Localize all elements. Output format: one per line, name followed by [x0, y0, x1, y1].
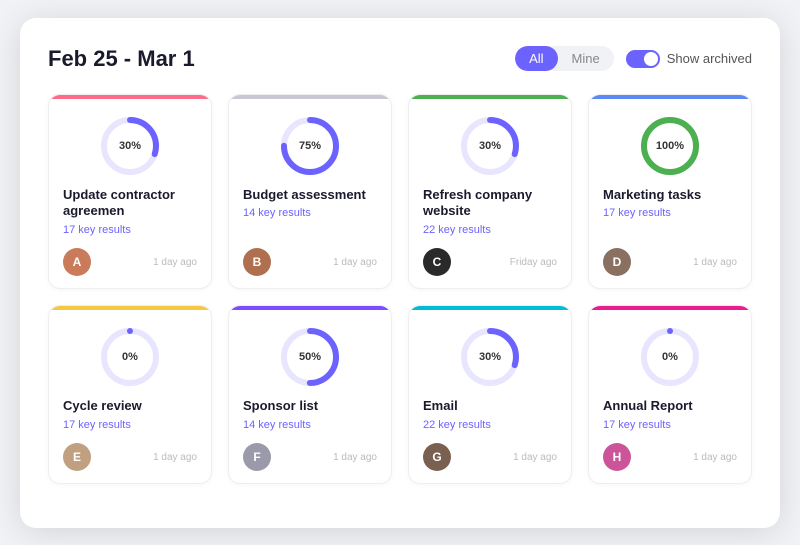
- time-ago: 1 day ago: [693, 257, 737, 268]
- card-title: Update contractor agreemen: [63, 187, 197, 221]
- avatar: G: [423, 443, 451, 471]
- card-title: Marketing tasks: [603, 187, 701, 204]
- show-archived-toggle[interactable]: [626, 50, 660, 68]
- donut-chart: 50%: [279, 326, 341, 388]
- header-controls: All Mine Show archived: [515, 46, 752, 71]
- card-cycle-review[interactable]: 0% Cycle review 17 key results E 1 day a…: [48, 305, 212, 484]
- donut-chart: 100%: [639, 115, 701, 177]
- card-title: Annual Report: [603, 398, 693, 415]
- card-footer: B 1 day ago: [243, 248, 377, 276]
- show-archived-toggle-wrap: Show archived: [626, 50, 752, 68]
- card-sponsor-list[interactable]: 50% Sponsor list 14 key results F 1 day …: [228, 305, 392, 484]
- donut-wrap: 75%: [243, 115, 377, 177]
- donut-chart: 0%: [99, 326, 161, 388]
- filter-buttons: All Mine: [515, 46, 614, 71]
- page-title: Feb 25 - Mar 1: [48, 46, 195, 72]
- avatar: D: [603, 248, 631, 276]
- donut-wrap: 0%: [63, 326, 197, 388]
- card-key-results: 14 key results: [243, 419, 311, 431]
- card-footer: G 1 day ago: [423, 443, 557, 471]
- card-key-results: 22 key results: [423, 224, 491, 236]
- card-title: Email: [423, 398, 458, 415]
- progress-label: 75%: [299, 140, 321, 152]
- card-update-contractor[interactable]: 30% Update contractor agreemen 17 key re…: [48, 94, 212, 290]
- card-title: Refresh company website: [423, 187, 557, 221]
- card-title: Sponsor list: [243, 398, 318, 415]
- avatar: H: [603, 443, 631, 471]
- avatar: E: [63, 443, 91, 471]
- time-ago: 1 day ago: [513, 452, 557, 463]
- progress-label: 50%: [299, 351, 321, 363]
- filter-all-button[interactable]: All: [515, 46, 557, 71]
- card-key-results: 17 key results: [63, 419, 131, 431]
- donut-chart: 30%: [99, 115, 161, 177]
- header: Feb 25 - Mar 1 All Mine Show archived: [48, 46, 752, 72]
- progress-label: 30%: [479, 140, 501, 152]
- main-window: Feb 25 - Mar 1 All Mine Show archived 30…: [20, 18, 780, 528]
- time-ago: 1 day ago: [333, 257, 377, 268]
- avatar: B: [243, 248, 271, 276]
- donut-wrap: 30%: [423, 326, 557, 388]
- time-ago: 1 day ago: [333, 452, 377, 463]
- progress-label: 30%: [479, 351, 501, 363]
- donut-chart: 30%: [459, 115, 521, 177]
- progress-label: 100%: [656, 140, 684, 152]
- card-budget-assessment[interactable]: 75% Budget assessment 14 key results B 1…: [228, 94, 392, 290]
- donut-wrap: 0%: [603, 326, 737, 388]
- card-key-results: 22 key results: [423, 419, 491, 431]
- donut-chart: 30%: [459, 326, 521, 388]
- avatar: F: [243, 443, 271, 471]
- donut-wrap: 50%: [243, 326, 377, 388]
- donut-wrap: 100%: [603, 115, 737, 177]
- avatar: A: [63, 248, 91, 276]
- card-footer: D 1 day ago: [603, 248, 737, 276]
- card-title: Cycle review: [63, 398, 142, 415]
- donut-wrap: 30%: [423, 115, 557, 177]
- card-footer: E 1 day ago: [63, 443, 197, 471]
- time-ago: Friday ago: [510, 257, 557, 268]
- card-email[interactable]: 30% Email 22 key results G 1 day ago: [408, 305, 572, 484]
- card-key-results: 17 key results: [603, 207, 671, 219]
- donut-chart: 0%: [639, 326, 701, 388]
- time-ago: 1 day ago: [153, 257, 197, 268]
- card-title: Budget assessment: [243, 187, 366, 204]
- cards-grid: 30% Update contractor agreemen 17 key re…: [48, 94, 752, 485]
- card-footer: A 1 day ago: [63, 248, 197, 276]
- card-key-results: 17 key results: [603, 419, 671, 431]
- time-ago: 1 day ago: [153, 452, 197, 463]
- card-key-results: 14 key results: [243, 207, 311, 219]
- card-footer: F 1 day ago: [243, 443, 377, 471]
- progress-label: 0%: [662, 351, 678, 363]
- progress-label: 0%: [122, 351, 138, 363]
- show-archived-label: Show archived: [667, 51, 752, 66]
- card-footer: C Friday ago: [423, 248, 557, 276]
- card-annual-report[interactable]: 0% Annual Report 17 key results H 1 day …: [588, 305, 752, 484]
- avatar: C: [423, 248, 451, 276]
- card-marketing-tasks[interactable]: 100% Marketing tasks 17 key results D 1 …: [588, 94, 752, 290]
- card-refresh-website[interactable]: 30% Refresh company website 22 key resul…: [408, 94, 572, 290]
- time-ago: 1 day ago: [693, 452, 737, 463]
- progress-label: 30%: [119, 140, 141, 152]
- filter-mine-button[interactable]: Mine: [558, 46, 614, 71]
- card-key-results: 17 key results: [63, 224, 131, 236]
- donut-wrap: 30%: [63, 115, 197, 177]
- card-footer: H 1 day ago: [603, 443, 737, 471]
- donut-chart: 75%: [279, 115, 341, 177]
